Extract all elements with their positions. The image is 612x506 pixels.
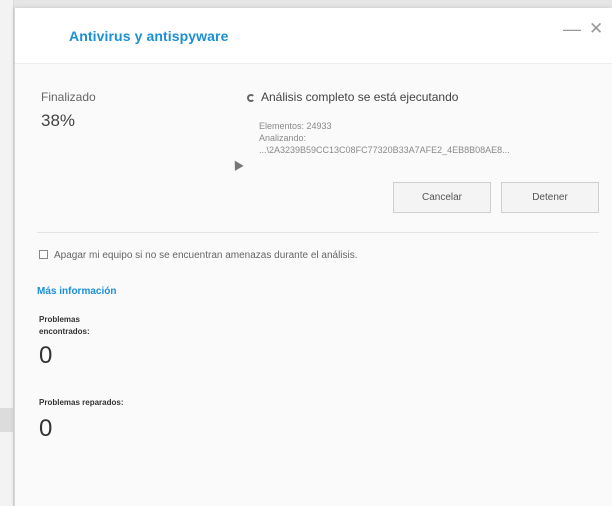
progress-percent: 38% [41,111,76,130]
problems-fixed-count: 0 [39,415,53,442]
mouse-cursor-icon [230,158,244,171]
close-icon[interactable]: ✕ [589,20,603,38]
spinner-icon [247,94,255,102]
title-bar: Antivirus y antispyware — ✕ [15,8,612,64]
problems-found-count: 0 [39,342,53,369]
scan-status-heading: Análisis completo se está ejecutando [247,90,458,104]
shutdown-option[interactable]: Apagar mi equipo si no se encuentran ame… [39,250,358,261]
more-info-link[interactable]: Más información [37,286,116,297]
scan-details: Elementos: 24933 Analizando: ...\2A3239B… [259,120,510,156]
scan-panel: Finalizado 38% Análisis completo se está… [15,64,612,506]
divider [37,232,599,233]
current-file-path: ...\2A3239B59CC13C08FC77320B33A7AFE2_4EB… [259,145,510,155]
shutdown-option-label: Apagar mi equipo si no se encuentran ame… [54,250,358,261]
scan-status-text: Análisis completo se está ejecutando [261,90,459,104]
status-label: Finalizado [41,90,96,104]
antivirus-dialog: Antivirus y antispyware — ✕ Finalizado 3… [14,8,612,506]
minimize-icon[interactable]: — [563,20,581,38]
window-title: Antivirus y antispyware [69,28,229,44]
analyzing-label: Analizando: [259,133,307,143]
cancel-button[interactable]: Cancelar [393,182,491,213]
stop-button[interactable]: Detener [501,182,599,213]
items-count: Elementos: 24933 [259,121,332,131]
problems-fixed-label: Problemas reparados: [39,398,124,407]
shutdown-checkbox[interactable] [39,250,48,259]
problems-found-label: Problemas encontrados: [39,315,90,336]
